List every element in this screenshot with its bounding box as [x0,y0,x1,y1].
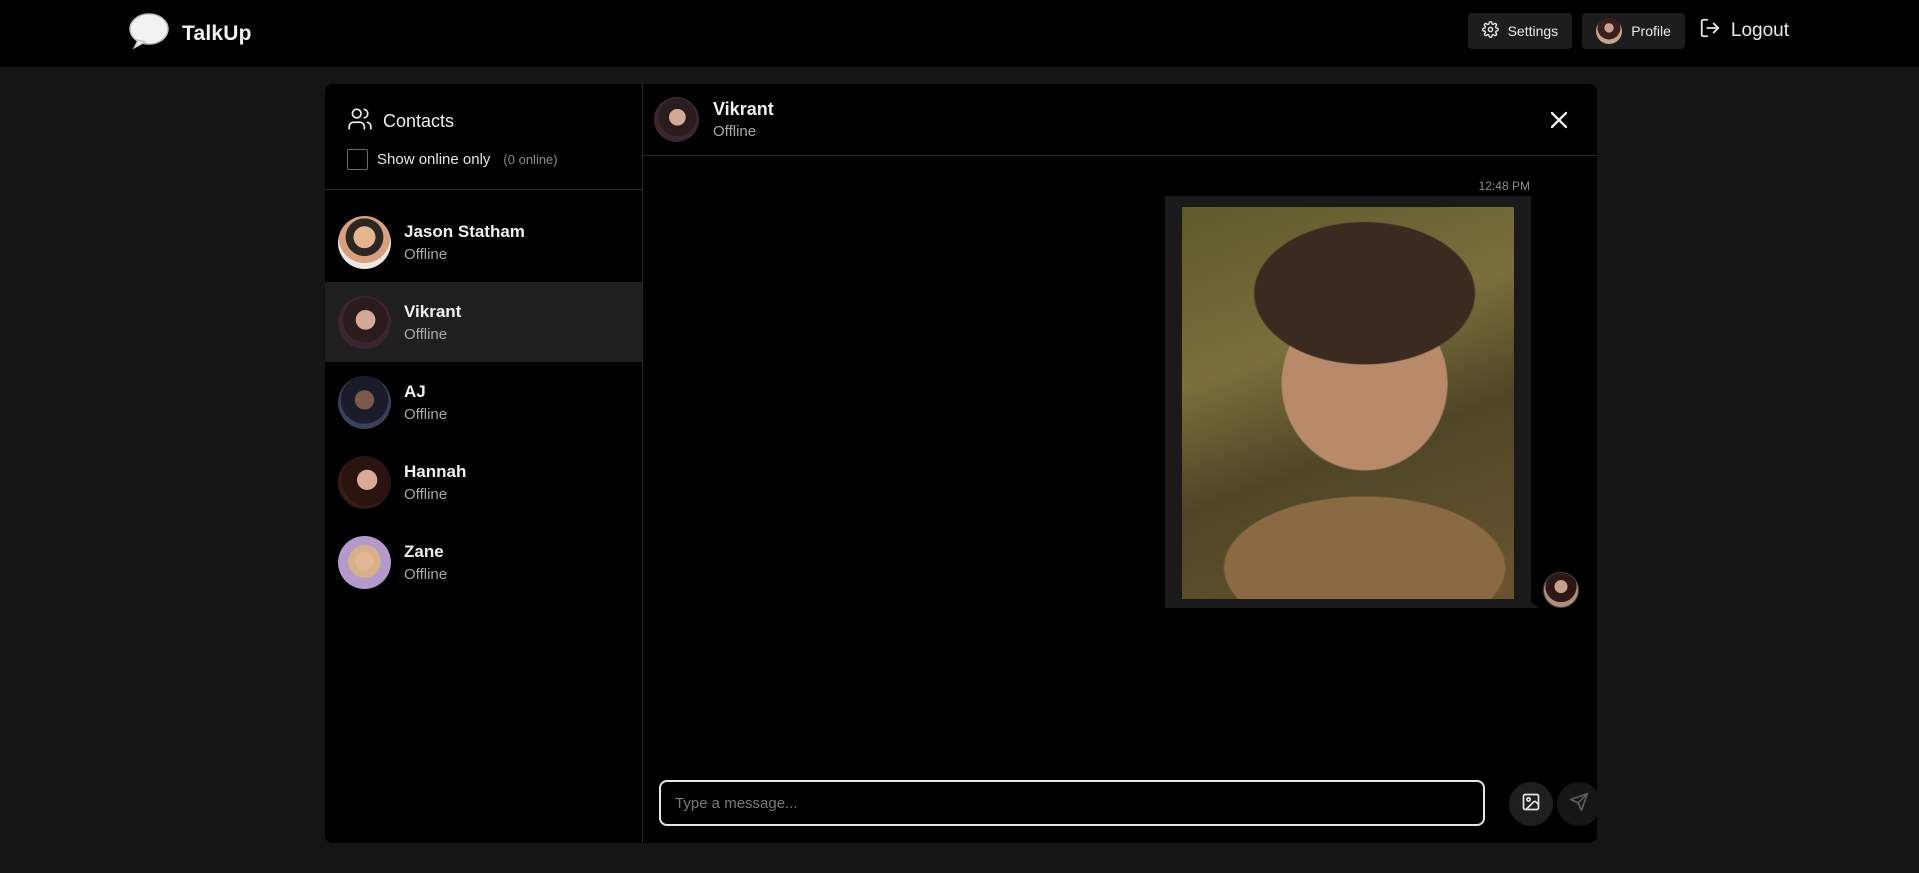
send-icon [1569,792,1589,817]
avatar [654,97,699,142]
avatar [338,295,391,349]
chat-area: Vikrant Offline 12:48 PM [643,84,1597,843]
logout-label: Logout [1730,20,1789,41]
avatar [338,535,391,589]
contacts-title: Contacts [383,111,455,131]
contact-item-hannah[interactable]: Hannah Offline [325,442,642,522]
message-bubble [1165,196,1531,608]
contact-name: Vikrant [404,301,462,321]
online-only-label: Show online only [377,151,491,168]
chat-header: Vikrant Offline [643,84,1597,156]
chat-contact-status: Offline [713,123,757,140]
chat-bubble-icon [128,12,170,55]
online-count: (0 online) [503,152,558,167]
logout-button[interactable]: Logout [1695,17,1793,45]
brand[interactable]: TalkUp [128,12,252,55]
contact-name: Zane [404,541,444,561]
chat-container: Contacts Show online only (0 online) Jas… [325,84,1597,843]
contact-item-zane[interactable]: Zane Offline [325,522,642,602]
sidebar-header: Contacts Show online only (0 online) [325,84,642,190]
contact-name: Hannah [404,461,467,481]
avatar [338,375,391,429]
profile-button[interactable]: Profile [1582,13,1685,49]
contact-status: Offline [404,325,448,343]
message-image[interactable] [1182,207,1514,599]
contact-item-aj[interactable]: AJ Offline [325,362,642,442]
contact-status: Offline [404,565,448,583]
contact-list: Jason Statham Offline Vikrant Offline AJ… [325,190,642,602]
online-only-checkbox[interactable] [347,149,368,170]
contact-status: Offline [404,485,448,503]
chat-contact-name: Vikrant [713,99,774,119]
settings-button[interactable]: Settings [1467,13,1573,49]
avatar [1596,18,1623,44]
top-navbar: TalkUp Settings Profile Logout [0,0,1919,67]
avatar [338,455,391,509]
contacts-sidebar: Contacts Show online only (0 online) Jas… [325,84,643,843]
avatar [1543,572,1579,608]
contact-item-jason-statham[interactable]: Jason Statham Offline [325,202,642,282]
message-input[interactable] [659,780,1485,826]
image-icon [1521,792,1541,817]
message-timestamp: 12:48 PM [1478,179,1530,193]
contact-name: AJ [404,381,426,401]
logout-icon [1699,17,1721,45]
attach-image-button[interactable] [1509,782,1553,826]
bubble-tail [1523,596,1539,608]
send-button[interactable] [1557,782,1597,826]
contact-status: Offline [404,405,448,423]
avatar [338,215,391,269]
contact-item-vikrant[interactable]: Vikrant Offline [325,282,642,362]
contact-status: Offline [404,245,448,263]
gear-icon [1481,21,1499,41]
settings-label: Settings [1507,23,1559,39]
message-composer [659,780,1597,830]
close-icon[interactable] [1545,106,1573,134]
contact-name: Jason Statham [404,221,525,241]
users-icon [347,106,373,137]
app-name: TalkUp [182,21,252,45]
profile-label: Profile [1631,23,1671,39]
